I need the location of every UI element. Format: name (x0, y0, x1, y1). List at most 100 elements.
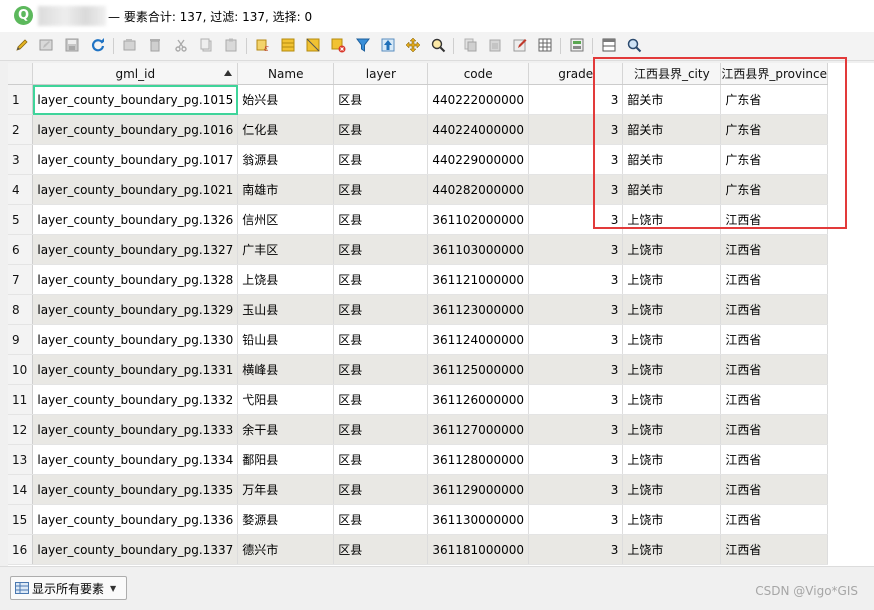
cell-gml-id[interactable]: layer_county_boundary_pg.1331 (32, 354, 239, 385)
cell-code[interactable]: 361126000000 (427, 384, 529, 415)
paste-rows-icon[interactable] (487, 37, 503, 53)
cell-name[interactable]: 弋阳县 (237, 384, 335, 415)
cell-code[interactable]: 361121000000 (427, 264, 529, 295)
cell-grade[interactable]: 3 (528, 354, 624, 385)
copy-icon[interactable] (198, 37, 214, 53)
cell-city[interactable]: 韶关市 (622, 174, 722, 205)
cell-layer[interactable]: 区县 (333, 84, 429, 115)
table-row[interactable]: 12 layer_county_boundary_pg.1333 余干县 区县 3611… (8, 414, 828, 445)
cell-province[interactable]: 江西省 (720, 474, 828, 505)
cell-province[interactable]: 江西省 (720, 204, 828, 235)
cell-layer[interactable]: 区县 (333, 444, 429, 475)
cell-city[interactable]: 上饶市 (622, 234, 722, 265)
table-row[interactable]: 5 layer_county_boundary_pg.1326 信州区 区县 36110… (8, 204, 828, 235)
delete-feature-icon[interactable] (147, 37, 163, 53)
column-header-city[interactable]: 江西县界_city (622, 63, 722, 85)
cell-grade[interactable]: 3 (528, 234, 624, 265)
row-number[interactable]: 16 (8, 534, 34, 565)
cell-city[interactable]: 上饶市 (622, 444, 722, 475)
save-edits-icon[interactable] (64, 37, 80, 53)
cell-province[interactable]: 江西省 (720, 444, 828, 475)
pan-to-selected-icon[interactable] (405, 37, 421, 53)
cell-province[interactable]: 广东省 (720, 84, 828, 115)
cell-gml-id[interactable]: layer_county_boundary_pg.1327 (32, 234, 239, 265)
cell-layer[interactable]: 区县 (333, 234, 429, 265)
cell-code[interactable]: 361102000000 (427, 204, 529, 235)
cell-city[interactable]: 上饶市 (622, 294, 722, 325)
cell-gml-id[interactable]: layer_county_boundary_pg.1337 (32, 534, 239, 565)
cell-name[interactable]: 玉山县 (237, 294, 335, 325)
cell-city[interactable]: 韶关市 (622, 114, 722, 145)
new-field-icon[interactable] (512, 37, 528, 53)
row-number[interactable]: 5 (8, 204, 34, 235)
show-all-features-button[interactable]: 显示所有要素 ▼ (10, 576, 128, 600)
cell-code[interactable]: 440224000000 (427, 114, 529, 145)
row-number[interactable]: 7 (8, 264, 34, 295)
cell-layer[interactable]: 区县 (333, 294, 429, 325)
cell-name[interactable]: 上饶县 (237, 264, 335, 295)
column-header-gml-id[interactable]: gml_id (32, 63, 239, 85)
deselect-all-icon[interactable] (330, 37, 346, 53)
cell-name[interactable]: 德兴市 (237, 534, 335, 565)
cell-layer[interactable]: 区县 (333, 504, 429, 535)
cell-layer[interactable]: 区县 (333, 354, 429, 385)
row-number[interactable]: 15 (8, 504, 34, 535)
cell-province[interactable]: 江西省 (720, 294, 828, 325)
cell-grade[interactable]: 3 (528, 264, 624, 295)
table-row[interactable]: 4 layer_county_boundary_pg.1021 南雄市 区县 44028… (8, 174, 828, 205)
row-number[interactable]: 9 (8, 324, 34, 355)
table-row[interactable]: 14 layer_county_boundary_pg.1335 万年县 区县 3611… (8, 474, 828, 505)
column-header-code[interactable]: code (427, 63, 529, 85)
cell-city[interactable]: 上饶市 (622, 324, 722, 355)
cell-province[interactable]: 江西省 (720, 354, 828, 385)
cell-province[interactable]: 江西省 (720, 534, 828, 565)
cell-grade[interactable]: 3 (528, 204, 624, 235)
cell-gml-id[interactable]: layer_county_boundary_pg.1330 (32, 324, 239, 355)
cell-layer[interactable]: 区县 (333, 384, 429, 415)
cell-gml-id[interactable]: layer_county_boundary_pg.1017 (32, 144, 239, 175)
cell-grade[interactable]: 3 (528, 534, 624, 565)
zoom-to-selected-icon[interactable] (430, 37, 446, 53)
cell-layer[interactable]: 区县 (333, 144, 429, 175)
cell-name[interactable]: 万年县 (237, 474, 335, 505)
cell-name[interactable]: 仁化县 (237, 114, 335, 145)
cell-city[interactable]: 韶关市 (622, 144, 722, 175)
cell-code[interactable]: 440229000000 (427, 144, 529, 175)
cell-city[interactable]: 上饶市 (622, 354, 722, 385)
column-header-province[interactable]: 江西县界_province (720, 63, 828, 85)
delete-field-icon[interactable] (537, 37, 553, 53)
column-header-grade[interactable]: grade (528, 63, 624, 85)
cell-code[interactable]: 361123000000 (427, 294, 529, 325)
cell-code[interactable]: 361103000000 (427, 234, 529, 265)
cell-name[interactable]: 横峰县 (237, 354, 335, 385)
cell-city[interactable]: 上饶市 (622, 264, 722, 295)
row-number[interactable]: 2 (8, 114, 34, 145)
copy-rows-icon[interactable] (462, 37, 478, 53)
cell-code[interactable]: 440222000000 (427, 84, 529, 115)
cell-gml-id[interactable]: layer_county_boundary_pg.1329 (32, 294, 239, 325)
row-number[interactable]: 13 (8, 444, 34, 475)
table-row[interactable]: 8 layer_county_boundary_pg.1329 玉山县 区县 36112… (8, 294, 828, 325)
cell-gml-id[interactable]: layer_county_boundary_pg.1332 (32, 384, 239, 415)
cell-city[interactable]: 上饶市 (622, 204, 722, 235)
open-field-calculator-icon[interactable] (569, 37, 585, 53)
cell-gml-id[interactable]: layer_county_boundary_pg.1016 (32, 114, 239, 145)
table-row[interactable]: 11 layer_county_boundary_pg.1332 弋阳县 区县 3611… (8, 384, 828, 415)
multi-edit-icon[interactable] (38, 37, 54, 53)
cell-layer[interactable]: 区县 (333, 534, 429, 565)
cell-gml-id[interactable]: layer_county_boundary_pg.1015 (32, 84, 239, 115)
cell-city[interactable]: 上饶市 (622, 534, 722, 565)
cell-name[interactable]: 鄱阳县 (237, 444, 335, 475)
table-row[interactable]: 6 layer_county_boundary_pg.1327 广丰区 区县 36110… (8, 234, 828, 265)
cell-code[interactable]: 361129000000 (427, 474, 529, 505)
move-selection-to-top-icon[interactable] (380, 37, 396, 53)
cell-grade[interactable]: 3 (528, 144, 624, 175)
cell-layer[interactable]: 区县 (333, 114, 429, 145)
dock-table-icon[interactable] (626, 37, 642, 53)
cell-layer[interactable]: 区县 (333, 474, 429, 505)
reload-icon[interactable] (90, 37, 106, 53)
cell-layer[interactable]: 区县 (333, 174, 429, 205)
cell-grade[interactable]: 3 (528, 114, 624, 145)
cell-province[interactable]: 广东省 (720, 144, 828, 175)
cell-city[interactable]: 上饶市 (622, 384, 722, 415)
